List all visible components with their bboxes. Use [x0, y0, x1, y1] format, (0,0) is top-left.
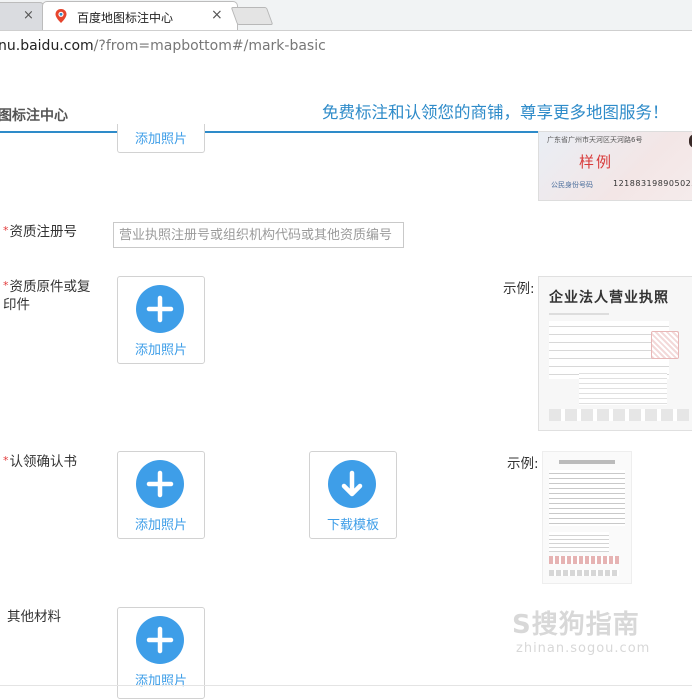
header-slogan-overlay: 免费标注和认领您的商铺，尊享更多地图服务！ [322, 103, 669, 122]
id-card-address: 广东省广州市天河区天河路6号 [547, 136, 643, 144]
plus-icon [136, 460, 184, 508]
url-path: /?from=mapbottom#/mark-basic [93, 38, 326, 54]
watermark-main: S搜狗指南 [512, 610, 640, 640]
tab-close-icon[interactable]: × [211, 7, 223, 23]
map-pin-icon [55, 9, 67, 23]
original-copy-label-text: 资质原件或复印件 [3, 279, 91, 313]
business-license-sample-image: 企业法人营业执照 [538, 276, 692, 431]
required-mark: * [3, 454, 9, 467]
reg-number-input[interactable] [113, 222, 404, 248]
bottom-divider [0, 685, 692, 686]
confirmation-letter-label: *认领确认书 [3, 452, 77, 471]
watermark-sub: zhinan.sogou.com [516, 641, 651, 656]
url-host: nu.baidu.com [0, 38, 94, 54]
original-copy-label: *资质原件或复印件 [3, 277, 103, 314]
plus-icon [136, 616, 184, 664]
confirmation-example-label: 示例: [507, 456, 539, 472]
upload-label: 添加照片 [134, 674, 187, 689]
required-mark: * [3, 279, 9, 292]
header-mask: 图标注中心 免费标注和认领您的商铺，尊享更多地图服务！ [0, 62, 692, 124]
plus-icon [136, 285, 184, 333]
required-mark: * [3, 224, 9, 237]
new-tab-button[interactable] [230, 7, 274, 25]
browser-tab-strip: × 百度地图标注中心 × [0, 0, 692, 31]
browser-tab-previous[interactable]: × [0, 2, 44, 31]
tab-title: 百度地图标注中心 [77, 11, 174, 25]
reg-number-label: *资质注册号 [3, 222, 77, 241]
original-copy-upload-button[interactable]: 添加照片 [117, 276, 205, 364]
confirmation-upload-button[interactable]: 添加照片 [117, 451, 205, 539]
other-materials-label: 其他材料 [7, 609, 61, 625]
site-title-overlay: 图标注中心 [0, 108, 68, 124]
id-card-number: 121883198905025 [613, 179, 692, 188]
download-arrow-icon [328, 460, 376, 508]
reg-number-label-text: 资质注册号 [9, 224, 78, 240]
upload-label: 添加照片 [134, 518, 187, 533]
address-bar[interactable]: nu.baidu.com/?from=mapbottom#/mark-basic [0, 30, 692, 63]
id-card-sample-image: 广东省广州市天河区天河路6号 样例 公民身份号码 121883198905025 [538, 131, 692, 201]
tab-close-icon[interactable]: × [23, 8, 34, 23]
browser-tab-active[interactable]: 百度地图标注中心 × [42, 1, 238, 31]
original-example-label: 示例: [503, 281, 535, 297]
url-text[interactable]: nu.baidu.com/?from=mapbottom#/mark-basic [0, 38, 326, 54]
id-card-stamp: 样例 [579, 153, 614, 171]
confirmation-letter-sample-image [542, 451, 632, 584]
sogou-watermark: S搜狗指南 zhinan.sogou.com [512, 604, 650, 656]
upload-label: 添加照片 [134, 343, 187, 358]
upload-label: 添加照片 [134, 132, 187, 147]
download-template-label: 下载模板 [326, 518, 379, 533]
license-title: 企业法人营业执照 [549, 290, 669, 306]
id-card-number-label: 公民身份号码 [551, 181, 593, 189]
download-template-button[interactable]: 下载模板 [309, 451, 397, 539]
confirmation-letter-label-text: 认领确认书 [9, 454, 78, 470]
